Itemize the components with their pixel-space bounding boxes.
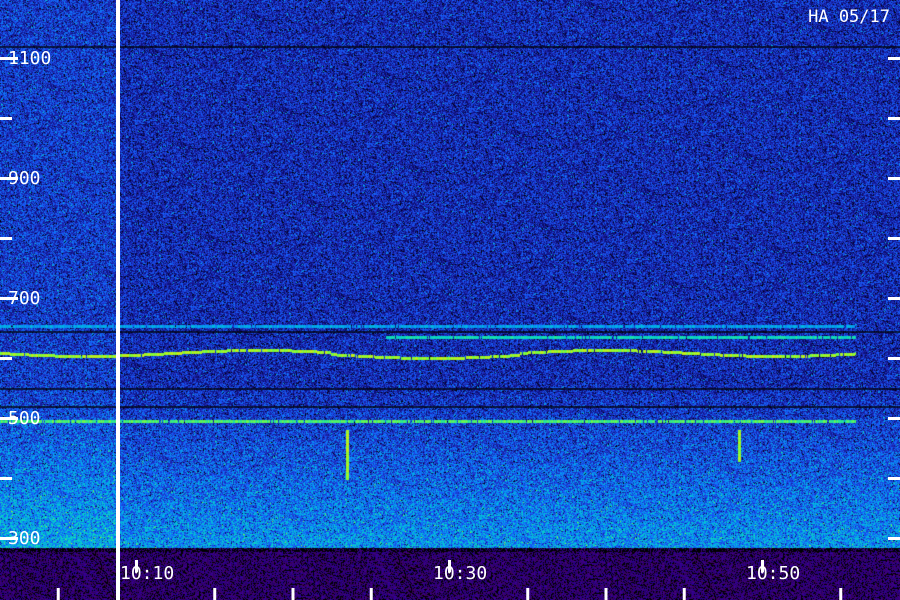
y-minor-tick-right-800 — [888, 237, 900, 240]
y-minor-tick-right-1000 — [888, 117, 900, 120]
x-minor-tick — [56, 588, 60, 600]
y-tick-label: 700 — [8, 288, 41, 309]
y-minor-tick-left-600 — [0, 357, 12, 360]
y-tick-right-1100 — [888, 57, 900, 60]
y-minor-tick-right-400 — [888, 477, 900, 480]
x-tick-label: 10:50 — [746, 563, 800, 584]
x-minor-tick — [526, 588, 530, 600]
x-minor-tick — [291, 588, 295, 600]
y-tick-right-500 — [888, 417, 900, 420]
x-minor-tick — [839, 588, 843, 600]
y-tick-right-300 — [888, 537, 900, 540]
y-minor-tick-right-600 — [888, 357, 900, 360]
station-label: HA 05/17 — [808, 7, 890, 27]
chart-overlay: 300 500 700 900 1100 10:10 10:30 10:50 HA 05/1… — [0, 0, 900, 600]
x-axis: 10:10 10:30 10:50 — [56, 560, 843, 600]
y-tick-label: 300 — [8, 528, 41, 549]
x-tick-label: 10:10 — [120, 563, 174, 584]
time-marker-line — [116, 0, 120, 600]
y-minor-tick-left-1000 — [0, 117, 12, 120]
x-minor-tick — [604, 588, 608, 600]
x-minor-tick — [213, 588, 217, 600]
y-tick-right-900 — [888, 177, 900, 180]
x-minor-tick — [369, 588, 373, 600]
y-tick-label: 1100 — [8, 48, 51, 69]
y-tick-label: 500 — [8, 408, 41, 429]
y-minor-tick-left-800 — [0, 237, 12, 240]
y-tick-right-700 — [888, 297, 900, 300]
x-minor-tick — [682, 588, 686, 600]
x-tick-label: 10:30 — [433, 563, 487, 584]
y-axis: 300 500 700 900 1100 — [0, 48, 900, 549]
y-minor-tick-left-400 — [0, 477, 12, 480]
y-tick-label: 900 — [8, 168, 41, 189]
